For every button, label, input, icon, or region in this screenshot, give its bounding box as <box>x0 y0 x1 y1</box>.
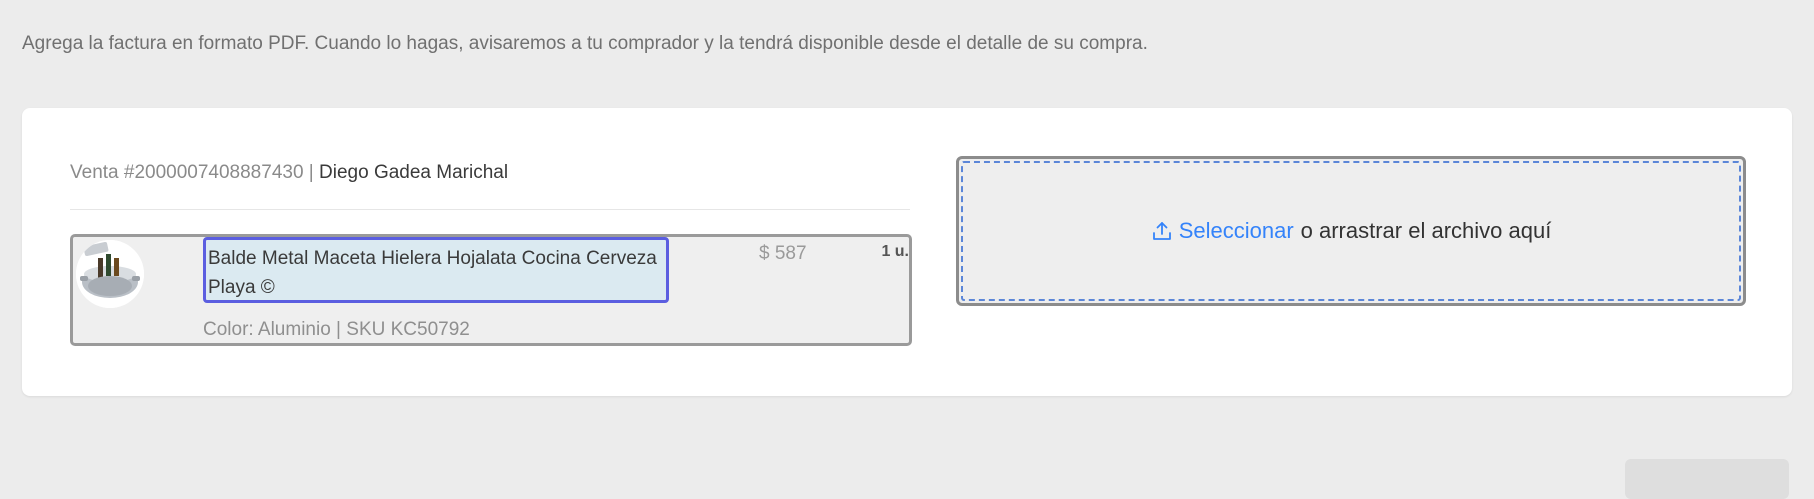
dropzone-area[interactable]: Seleccionar o arrastrar el archivo aquí <box>961 161 1741 301</box>
sale-separator: | <box>303 162 320 183</box>
product-attributes: Color: Aluminio | SKU KC50792 <box>203 319 470 340</box>
product-row: Balde Metal Maceta Hielera Hojalata Coci… <box>70 234 912 346</box>
divider <box>70 209 910 210</box>
sale-header: Venta #2000007408887430 | Diego Gadea Ma… <box>70 162 508 184</box>
select-file-link[interactable]: Seleccionar <box>1179 218 1294 244</box>
invoice-card: Venta #2000007408887430 | Diego Gadea Ma… <box>22 108 1792 396</box>
product-price: $ 587 <box>759 243 807 264</box>
product-quantity: 1 u. <box>881 243 909 260</box>
product-thumbnail <box>76 240 144 308</box>
product-title[interactable]: Balde Metal Maceta Hielera Hojalata Coci… <box>203 237 669 303</box>
drag-file-text: o arrastrar el archivo aquí <box>1300 218 1552 243</box>
submit-button[interactable] <box>1625 459 1789 499</box>
upload-icon <box>1151 220 1173 242</box>
buyer-name: Diego Gadea Marichal <box>319 162 509 183</box>
sale-number: Venta #2000007408887430 <box>70 162 304 183</box>
file-dropzone[interactable]: Seleccionar o arrastrar el archivo aquí <box>956 156 1746 306</box>
instructions-text: Agrega la factura en formato PDF. Cuando… <box>22 33 1148 54</box>
